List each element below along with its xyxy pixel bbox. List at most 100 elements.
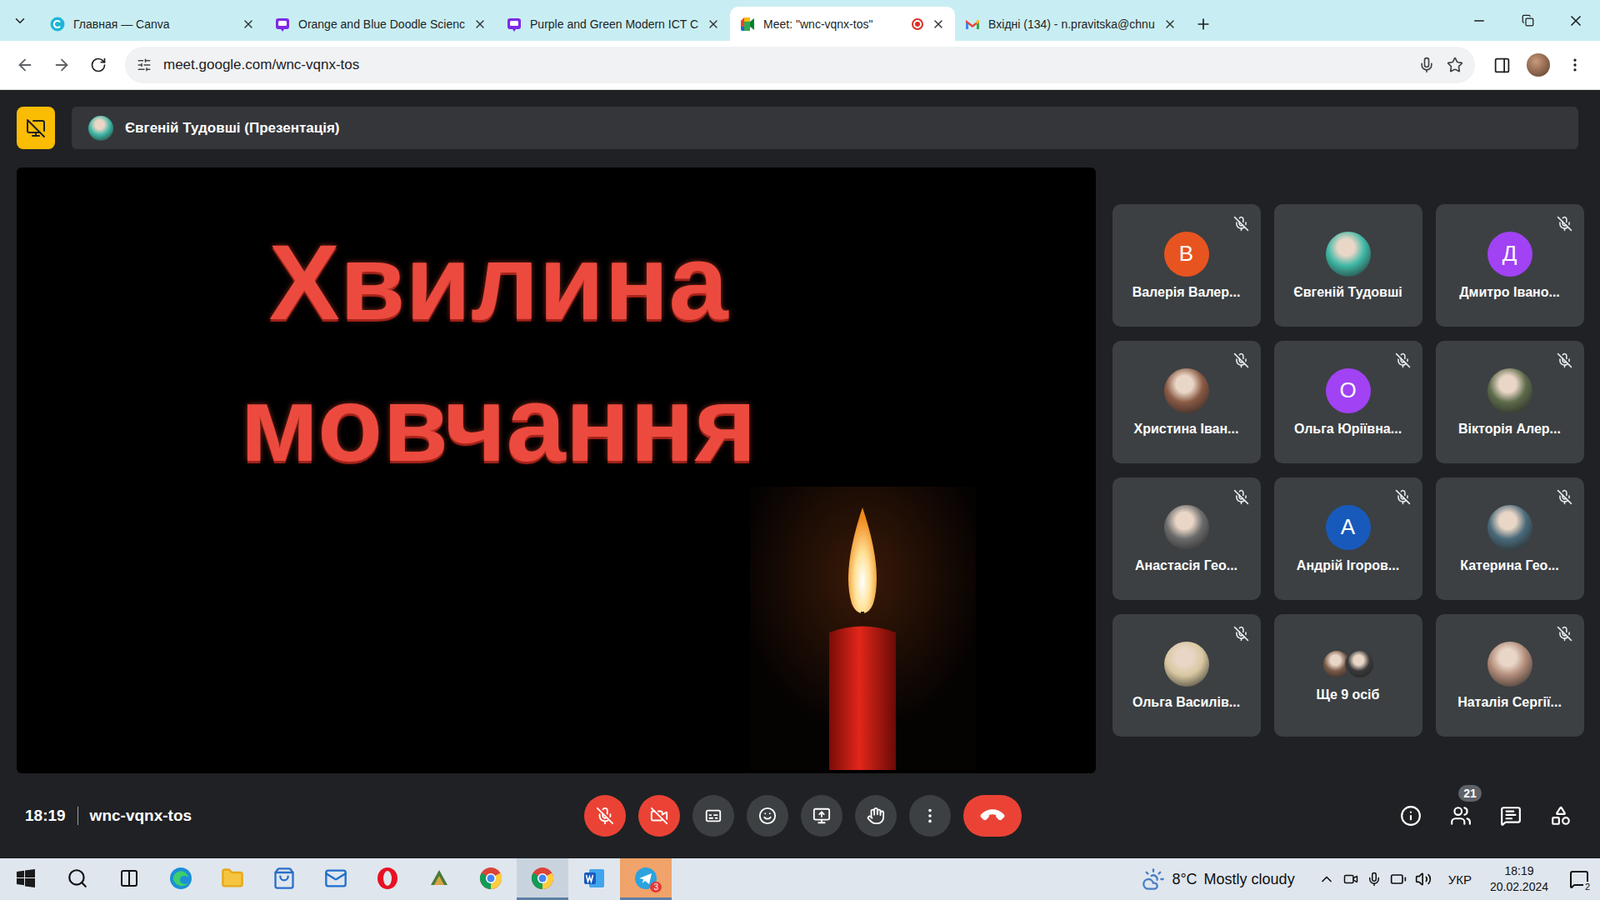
volume-icon[interactable]: [1415, 870, 1432, 888]
meeting-details-button[interactable]: [1391, 796, 1430, 835]
browser-tab[interactable]: Meet: "wnc-vqnx-tos": [730, 6, 955, 41]
meeting-code: wnc-vqnx-tos: [90, 806, 192, 825]
mic-button[interactable]: [584, 795, 626, 837]
taskbar-app[interactable]: [155, 858, 207, 900]
input-language[interactable]: УКР: [1440, 872, 1480, 887]
reload-icon: [90, 56, 107, 74]
presenter-bar: Євгеній Тудовші (Презентація): [71, 106, 1579, 150]
tab-close-button[interactable]: [241, 17, 255, 31]
close-window-button[interactable]: [1551, 0, 1600, 41]
taskbar-app[interactable]: [206, 858, 259, 900]
canva-doc-icon: [275, 16, 290, 32]
app-icon[interactable]: [427, 866, 451, 890]
browser-tab[interactable]: Главная — Canva: [40, 6, 265, 41]
muted-indicator: [1233, 625, 1250, 642]
minimize-button[interactable]: [1455, 0, 1504, 41]
participant-tile[interactable]: ВВалерія Валер...: [1112, 204, 1261, 327]
taskbar-app[interactable]: [258, 858, 310, 900]
participant-tile[interactable]: ААндрій Ігоров...: [1274, 477, 1423, 600]
minimize-icon: [1471, 13, 1487, 29]
task-view-icon[interactable]: [119, 868, 140, 889]
chrome-icon[interactable]: [530, 866, 555, 890]
participant-tile[interactable]: Ще 9 осіб: [1274, 614, 1423, 737]
store-icon[interactable]: [272, 866, 296, 890]
site-settings-icon[interactable]: [136, 57, 152, 73]
taskbar-app[interactable]: [310, 858, 362, 900]
participant-tile[interactable]: ДДмитро Івано...: [1435, 204, 1585, 327]
battery-icon[interactable]: [1390, 870, 1407, 888]
tab-close-button[interactable]: [1163, 17, 1177, 31]
tab-close-button[interactable]: [706, 17, 720, 31]
leave-call-button[interactable]: [963, 795, 1022, 837]
tab-close-button[interactable]: [473, 17, 487, 31]
side-panel-button[interactable]: [1485, 48, 1519, 82]
tab-close-button[interactable]: [931, 17, 945, 31]
more-options-button[interactable]: [909, 795, 951, 837]
taskbar-app[interactable]: [361, 858, 414, 900]
captions-button[interactable]: [692, 795, 735, 837]
present-button[interactable]: [800, 795, 843, 837]
notifications-button[interactable]: 2: [1558, 858, 1600, 900]
participant-avatar: В: [1164, 231, 1210, 277]
back-button[interactable]: [8, 48, 42, 82]
participant-tile[interactable]: Євгеній Тудовші: [1274, 204, 1423, 327]
profile-button[interactable]: [1521, 48, 1555, 82]
people-icon: [1450, 805, 1472, 827]
bookmark-star-icon[interactable]: [1446, 56, 1464, 74]
taskbar-app[interactable]: 3: [620, 858, 672, 900]
menu-button[interactable]: [1558, 48, 1592, 82]
taskbar-app[interactable]: [516, 858, 569, 900]
reactions-button[interactable]: [746, 795, 789, 837]
camera-button[interactable]: [638, 795, 680, 837]
chevron-up-icon[interactable]: [1318, 870, 1335, 888]
muted-indicator: [1395, 489, 1411, 505]
search-icon[interactable]: [66, 867, 89, 890]
voice-search-icon[interactable]: [1418, 56, 1435, 74]
taskbar-app[interactable]: [413, 858, 465, 900]
word-icon[interactable]: [582, 866, 606, 890]
browser-tab[interactable]: Orange and Blue Doodle Scienc: [265, 6, 497, 41]
start-button[interactable]: [0, 858, 52, 900]
browser-toolbar: meet.google.com/wnc-vqnx-tos: [0, 40, 1600, 90]
people-button[interactable]: 21: [1441, 796, 1480, 835]
restore-button[interactable]: [1503, 0, 1552, 41]
address-bar[interactable]: meet.google.com/wnc-vqnx-tos: [125, 46, 1475, 84]
chat-button[interactable]: [1491, 796, 1530, 835]
taskbar-app[interactable]: [51, 858, 104, 900]
tab-search-button[interactable]: [0, 0, 40, 41]
weather-text: Mostly cloudy: [1204, 870, 1295, 889]
forward-button[interactable]: [45, 48, 79, 82]
activities-button[interactable]: [1541, 796, 1580, 835]
participant-tile[interactable]: Катерина Гео...: [1435, 477, 1585, 600]
weather-widget[interactable]: 8°CMostly cloudy: [1126, 867, 1310, 891]
clock[interactable]: 18:1920.02.2024: [1480, 863, 1559, 895]
reload-button[interactable]: [81, 48, 115, 82]
edge-icon[interactable]: [169, 866, 193, 890]
participant-tile[interactable]: Наталія Сергії...: [1435, 614, 1585, 737]
participant-name: Наталія Сергії...: [1457, 695, 1562, 710]
participant-tile[interactable]: Вікторія Алер...: [1435, 340, 1585, 464]
mail-icon[interactable]: [324, 866, 348, 890]
side-panel-icon: [1493, 56, 1511, 75]
raise-hand-button[interactable]: [855, 795, 897, 837]
file-explorer-icon[interactable]: [220, 866, 245, 890]
taskbar-app[interactable]: [465, 858, 517, 900]
opera-icon[interactable]: [375, 866, 400, 890]
app-badge: 3: [650, 881, 662, 893]
participant-tile[interactable]: Ольга Василів...: [1112, 614, 1261, 737]
chrome-icon[interactable]: [479, 866, 503, 890]
participant-tile[interactable]: ООльга Юріївна...: [1274, 340, 1423, 464]
new-tab-button[interactable]: [1186, 6, 1220, 41]
microphone-icon[interactable]: [1366, 871, 1382, 887]
taskbar-app[interactable]: [568, 858, 620, 900]
participant-tile[interactable]: Анастасія Гео...: [1112, 477, 1261, 600]
taskbar-app[interactable]: [103, 858, 155, 900]
camera-off-icon: [650, 806, 669, 825]
windows-start-icon[interactable]: [16, 869, 35, 888]
browser-tab[interactable]: Вхідні (134) - n.pravitska@chnu: [955, 6, 1187, 41]
mic-off-icon: [1395, 352, 1411, 369]
participant-tile[interactable]: Христина Іван...: [1112, 340, 1261, 464]
browser-tab[interactable]: Purple and Green Modern ICT C: [496, 6, 730, 41]
stop-presentation-button[interactable]: [16, 106, 55, 150]
meet-now-icon[interactable]: [1343, 871, 1359, 887]
